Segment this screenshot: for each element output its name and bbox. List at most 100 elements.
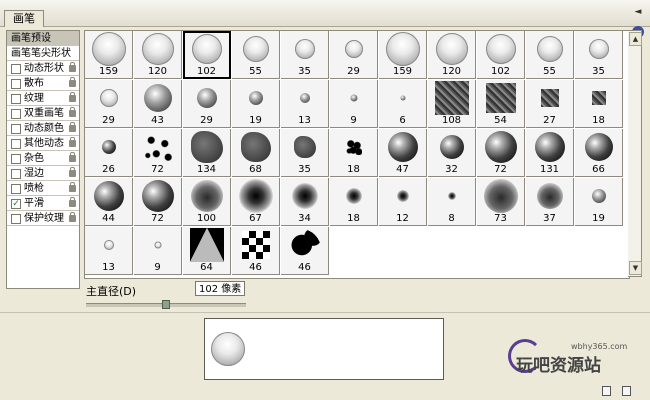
option-checkbox[interactable] <box>11 94 21 104</box>
brush-preset[interactable]: 120 <box>428 31 476 79</box>
lock-icon[interactable] <box>69 212 76 222</box>
lock-icon[interactable] <box>69 62 76 72</box>
grid-scrollbar[interactable]: ▲ ▼ <box>628 30 642 277</box>
brush-preset[interactable]: 72 <box>477 129 525 177</box>
sidebar-item-9[interactable]: 湿边 <box>7 166 79 181</box>
brush-preset[interactable]: 27 <box>526 80 574 128</box>
option-checkbox[interactable] <box>11 169 21 179</box>
brush-preset[interactable]: 35 <box>281 129 329 177</box>
sidebar-item-6[interactable]: 动态颜色 <box>7 121 79 136</box>
lock-icon[interactable] <box>69 152 76 162</box>
lock-icon[interactable] <box>69 107 76 117</box>
option-checkbox[interactable] <box>11 109 21 119</box>
brush-preset[interactable]: 18 <box>330 178 378 226</box>
brush-preset[interactable]: 102 <box>477 31 525 79</box>
brush-preset[interactable]: 19 <box>232 80 280 128</box>
option-checkbox[interactable] <box>11 139 21 149</box>
brush-preset[interactable]: 29 <box>85 80 133 128</box>
brush-preset[interactable]: 131 <box>526 129 574 177</box>
brush-preset[interactable]: 55 <box>232 31 280 79</box>
sidebar-item-label: 双重画笔 <box>24 108 64 119</box>
brush-size-label: 18 <box>347 213 360 224</box>
brush-preset[interactable]: 73 <box>477 178 525 226</box>
lock-icon[interactable] <box>69 167 76 177</box>
sidebar-item-8[interactable]: 杂色 <box>7 151 79 166</box>
brush-preset[interactable]: 13 <box>85 227 133 275</box>
brush-preset[interactable]: 64 <box>183 227 231 275</box>
trash-icon[interactable] <box>622 386 631 396</box>
sidebar-item-label: 其他动态 <box>24 138 64 149</box>
sidebar-item-12[interactable]: 保护纹理 <box>7 211 79 226</box>
brush-preset[interactable]: 9 <box>134 227 182 275</box>
scroll-up-icon[interactable]: ▲ <box>629 32 642 46</box>
new-brush-icon[interactable] <box>602 386 611 396</box>
brush-preset[interactable]: 34 <box>281 178 329 226</box>
brush-preset[interactable]: 159 <box>379 31 427 79</box>
lock-icon[interactable] <box>69 77 76 87</box>
master-diameter-input[interactable]: 102 像素 <box>195 281 245 296</box>
option-checkbox[interactable] <box>11 124 21 134</box>
option-checkbox[interactable]: ✓ <box>11 199 21 209</box>
option-checkbox[interactable] <box>11 154 21 164</box>
lock-icon[interactable] <box>69 137 76 147</box>
brush-preset[interactable]: 46 <box>232 227 280 275</box>
brush-preset[interactable]: 9 <box>330 80 378 128</box>
brush-preset[interactable]: 29 <box>330 31 378 79</box>
brush-tip-leaf-icon <box>293 136 316 158</box>
sidebar-item-5[interactable]: 双重画笔 <box>7 106 79 121</box>
scroll-down-icon[interactable]: ▼ <box>629 261 642 275</box>
brush-preset[interactable]: 68 <box>232 129 280 177</box>
brush-preset[interactable]: 32 <box>428 129 476 177</box>
brush-preset[interactable]: 66 <box>575 129 623 177</box>
sidebar-item-0[interactable]: 画笔预设 <box>7 31 79 46</box>
lock-icon[interactable] <box>69 182 76 192</box>
brush-preset[interactable]: 72 <box>134 178 182 226</box>
collapse-arrow-icon[interactable]: ◄ <box>632 6 644 18</box>
lock-icon[interactable] <box>69 197 76 207</box>
brush-preset[interactable]: 35 <box>281 31 329 79</box>
brush-preset[interactable]: 134 <box>183 129 231 177</box>
brush-preset[interactable]: 120 <box>134 31 182 79</box>
brush-preset[interactable]: 6 <box>379 80 427 128</box>
brush-preset[interactable]: 13 <box>281 80 329 128</box>
brush-preset[interactable]: 43 <box>134 80 182 128</box>
brush-preset[interactable]: 44 <box>85 178 133 226</box>
brush-preset[interactable]: 46 <box>281 227 329 275</box>
brush-preset[interactable]: 100 <box>183 178 231 226</box>
brush-preset[interactable]: 159 <box>85 31 133 79</box>
brush-size-label: 29 <box>102 115 115 126</box>
brush-preset[interactable]: 54 <box>477 80 525 128</box>
brush-preset[interactable]: 18 <box>330 129 378 177</box>
lock-icon[interactable] <box>69 92 76 102</box>
brush-preset[interactable]: 35 <box>575 31 623 79</box>
brush-size-label: 68 <box>249 164 262 175</box>
brush-preset[interactable]: 12 <box>379 178 427 226</box>
sidebar-item-10[interactable]: 喷枪 <box>7 181 79 196</box>
sidebar-item-7[interactable]: 其他动态 <box>7 136 79 151</box>
brush-preset[interactable]: 8 <box>428 178 476 226</box>
sidebar-item-1[interactable]: 画笔笔尖形状 <box>7 46 79 61</box>
option-checkbox[interactable] <box>11 64 21 74</box>
brush-preset[interactable]: 37 <box>526 178 574 226</box>
diameter-slider-thumb[interactable] <box>162 300 170 309</box>
sidebar-item-2[interactable]: 动态形状 <box>7 61 79 76</box>
brush-preset[interactable]: 108 <box>428 80 476 128</box>
option-checkbox[interactable] <box>11 214 21 224</box>
brush-preset[interactable]: 29 <box>183 80 231 128</box>
brush-preset[interactable]: 47 <box>379 129 427 177</box>
brush-preset[interactable]: 67 <box>232 178 280 226</box>
brush-stroke-preview <box>204 318 444 380</box>
lock-icon[interactable] <box>69 122 76 132</box>
tab-brushes[interactable]: 画笔 <box>4 10 44 27</box>
sidebar-item-3[interactable]: 散布 <box>7 76 79 91</box>
sidebar-item-4[interactable]: 纹理 <box>7 91 79 106</box>
brush-preset[interactable]: 102 <box>183 31 231 79</box>
brush-preset[interactable]: 19 <box>575 178 623 226</box>
sidebar-item-11[interactable]: ✓ 平滑 <box>7 196 79 211</box>
brush-preset[interactable]: 26 <box>85 129 133 177</box>
option-checkbox[interactable] <box>11 79 21 89</box>
brush-preset[interactable]: 72 <box>134 129 182 177</box>
option-checkbox[interactable] <box>11 184 21 194</box>
brush-preset[interactable]: 18 <box>575 80 623 128</box>
brush-preset[interactable]: 55 <box>526 31 574 79</box>
